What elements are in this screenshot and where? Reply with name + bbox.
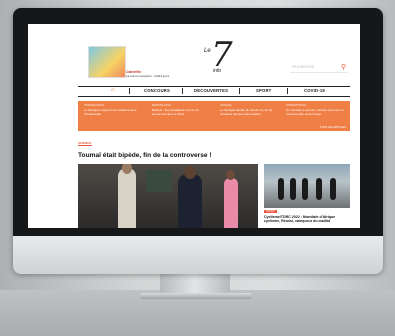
logo-suffix: info: [213, 68, 222, 74]
cyclist-figure: [290, 178, 296, 200]
cyclist-figure: [278, 178, 284, 200]
promo-banner-text[interactable]: Calenfête La bonne reception - 24/24 jou…: [126, 70, 169, 78]
search-placeholder: RECHERCHE: [292, 65, 315, 69]
photo-person-head: [184, 166, 196, 179]
band-title: Le Sénégal décide de réduire le prix de …: [220, 108, 273, 116]
main-nav: ⌂ CONCOURS DECOUVERTES SPORT COVID-19: [78, 86, 350, 97]
band-article[interactable]: INTERNATIONAL Au Canada, le premier mini…: [286, 104, 346, 116]
search-icon[interactable]: ⚲: [341, 63, 346, 71]
photo-person: [178, 174, 202, 228]
side-article-tag[interactable]: SPORT: [264, 210, 277, 213]
band-article[interactable]: INTERNATIONAL Le Mexique suspend ses rel…: [84, 104, 144, 116]
headline-title[interactable]: Toumaï était bipède, fin de la controver…: [78, 152, 212, 159]
headline-photo[interactable]: [78, 164, 258, 228]
band-category: INTERNATIONAL: [286, 104, 307, 107]
cyclist-figure: [330, 178, 336, 200]
nav-separator: [129, 88, 130, 94]
photo-blackboard: [146, 170, 172, 192]
featured-band: INTERNATIONAL Le Mexique suspend ses rel…: [78, 101, 350, 131]
band-category: INTERNATIONAL: [84, 104, 105, 107]
promo-subtitle: La bonne reception - 24/24 jours: [126, 74, 170, 78]
nav-separator: [239, 88, 240, 94]
band-category: AFRIQUE: [220, 104, 232, 107]
band-more-link[interactable]: TOUS LES ARTICLES: [320, 126, 346, 129]
photo-person: [118, 168, 136, 228]
logo-number: 7: [211, 35, 233, 75]
nav-item-concours[interactable]: CONCOURS: [144, 88, 170, 93]
site-logo[interactable]: Le 7 info: [204, 35, 233, 76]
nav-separator: [182, 88, 183, 94]
side-article-title[interactable]: Cyclisme/TDRC 2022 : Mondiale d'Afrique …: [264, 215, 350, 224]
side-article-photo[interactable]: [264, 164, 350, 208]
cyclist-figure: [302, 178, 308, 200]
nav-separator: [287, 88, 288, 94]
site-header: Calenfête La bonne reception - 24/24 jou…: [28, 24, 360, 84]
band-title: Burkina : des assaillants ont tué 14 per…: [152, 108, 199, 116]
band-article[interactable]: BURKINA FASO Burkina : des assaillants o…: [152, 104, 212, 116]
nav-item-decouvertes[interactable]: DECOUVERTES: [194, 88, 228, 93]
band-title: Au Canada, le premier ministre annonce u…: [286, 108, 344, 116]
monitor-stand-foot: [140, 293, 252, 299]
logo-prefix: Le: [204, 48, 211, 54]
monitor-screen: Calenfête La bonne reception - 24/24 jou…: [28, 24, 360, 228]
nav-item-covid[interactable]: COVID-19: [304, 88, 325, 93]
band-category: BURKINA FASO: [152, 104, 172, 107]
cyclist-figure: [316, 178, 322, 200]
photo-person: [224, 178, 238, 228]
nav-item-sport[interactable]: SPORT: [256, 88, 271, 93]
promo-banner-image[interactable]: [88, 46, 126, 78]
monitor-chin: [13, 236, 383, 274]
category-underline: [78, 145, 92, 146]
photo-person-head: [226, 170, 235, 180]
band-title: Le Mexique suspend ses relations avec l'…: [84, 108, 137, 116]
search-input[interactable]: RECHERCHE ⚲: [290, 64, 348, 73]
home-icon[interactable]: ⌂: [111, 87, 115, 93]
band-article[interactable]: AFRIQUE Le Sénégal décide de réduire le …: [220, 104, 280, 116]
